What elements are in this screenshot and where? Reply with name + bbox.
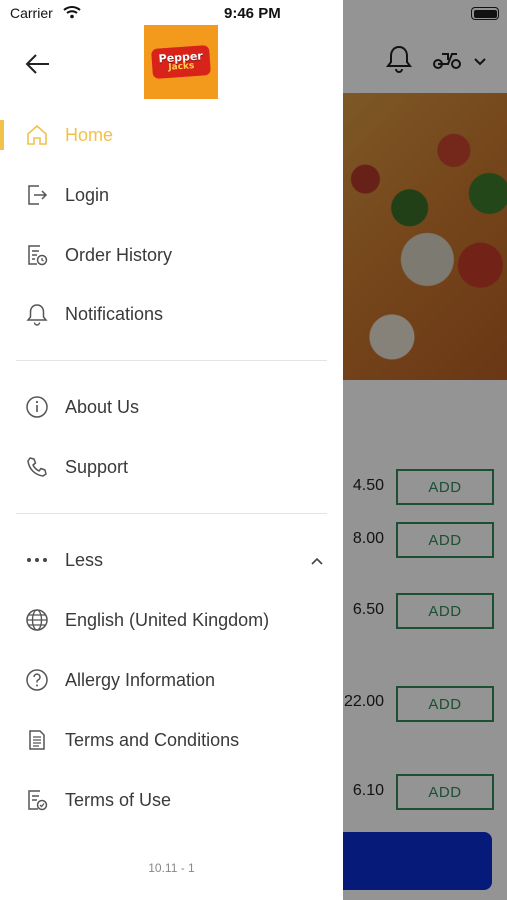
menu-item-support[interactable]: Support [0,444,343,490]
menu-item-about-us[interactable]: About Us [0,384,343,430]
menu-item-notifications[interactable]: Notifications [0,291,343,337]
menu-label: English (United Kingdom) [65,609,270,630]
menu-item-language[interactable]: English (United Kingdom) [0,597,343,643]
menu-label: Order History [65,244,173,265]
order-history-icon [24,242,50,268]
menu-item-terms-conditions[interactable]: Terms and Conditions [0,717,343,763]
menu-label: Support [65,456,129,477]
menu-item-login[interactable]: Login [0,172,343,218]
more-dots-icon [24,547,50,573]
menu-label: Allergy Information [65,669,216,690]
menu-item-home[interactable]: Home [0,112,343,158]
app-version: 10.11 - 1 [148,861,195,875]
globe-icon [24,607,50,633]
chevron-up-icon[interactable] [310,553,324,571]
side-drawer: Pepper Jacks Home Login Order History No… [0,0,343,900]
menu-item-terms-of-use[interactable]: Terms of Use [0,777,343,823]
menu-label: Notifications [65,303,164,324]
logo-text-line2: Jacks [167,61,195,73]
home-icon [24,122,50,148]
back-arrow-icon[interactable] [24,50,52,78]
phone-icon [24,454,50,480]
menu-item-allergy[interactable]: Allergy Information [0,657,343,703]
carrier-label: Carrier [10,5,53,21]
menu-label: Less [65,549,104,570]
menu-label: Login [65,184,110,205]
battery-icon [471,7,499,20]
login-icon [24,182,50,208]
status-bar: Carrier 9:46 PM [0,0,507,28]
menu-label: Terms of Use [65,789,172,810]
menu-divider [16,360,327,361]
brand-logo: Pepper Jacks [144,25,218,99]
menu-label: About Us [65,396,140,417]
menu-label: Home [65,124,114,145]
menu-divider [16,513,327,514]
menu-item-less[interactable]: Less [0,537,343,583]
document-check-icon [24,787,50,813]
wifi-icon [63,5,81,24]
question-icon [24,667,50,693]
bell-icon [24,301,50,327]
info-icon [24,394,50,420]
menu-item-order-history[interactable]: Order History [0,232,343,278]
menu-label: Terms and Conditions [65,729,240,750]
document-icon [24,727,50,753]
status-time: 9:46 PM [224,5,281,22]
